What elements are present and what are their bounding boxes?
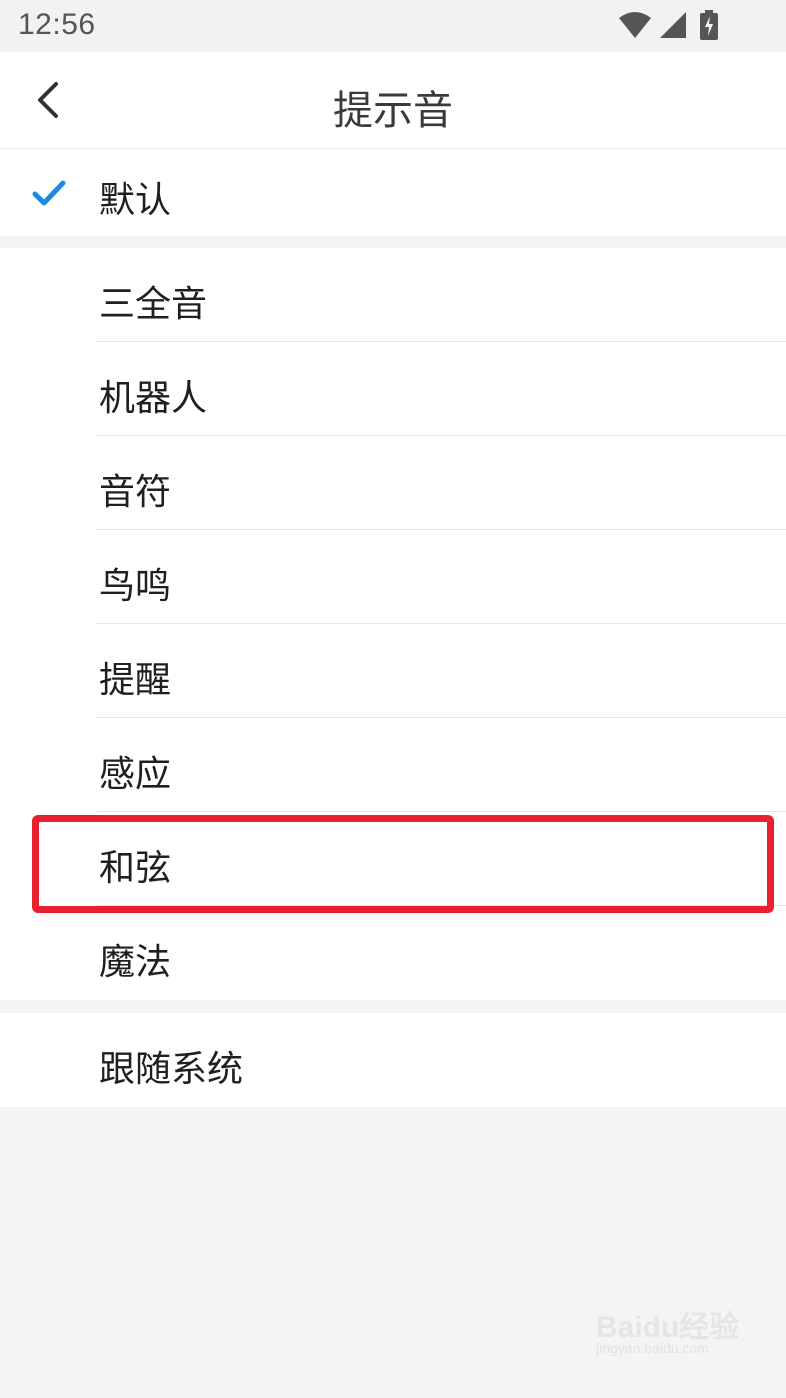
checkmark-icon — [32, 180, 66, 206]
wifi-icon — [619, 12, 651, 38]
option-label: 默认 — [99, 180, 172, 221]
option-label: 机器人 — [99, 378, 208, 419]
default-option-group: 默认 — [0, 149, 786, 236]
app-header: 提示音 — [0, 52, 786, 149]
watermark-url: jingyan.baidu.com — [596, 1340, 709, 1356]
option-tone[interactable]: 魔法 — [0, 906, 786, 1000]
status-time: 12:56 — [18, 8, 96, 41]
battery-charging-icon — [700, 10, 718, 40]
baidu-watermark: Baidu经验 jingyan.baidu.com — [596, 1302, 746, 1362]
option-tone[interactable]: 感应 — [0, 718, 786, 812]
option-label: 鸟鸣 — [99, 566, 172, 607]
page-title: 提示音 — [333, 88, 453, 134]
status-icons — [618, 10, 728, 40]
option-label: 三全音 — [99, 284, 208, 325]
option-tone[interactable]: 鸟鸣 — [0, 530, 786, 624]
cellular-signal-icon — [660, 12, 686, 38]
option-label: 音符 — [99, 472, 172, 513]
option-label: 和弦 — [99, 848, 172, 889]
status-bar: 12:56 — [0, 0, 786, 52]
option-label: 魔法 — [99, 942, 172, 983]
option-tone[interactable]: 机器人 — [0, 342, 786, 436]
option-follow-system[interactable]: 跟随系统 — [0, 1013, 786, 1107]
option-tone[interactable]: 音符 — [0, 436, 786, 530]
option-label: 感应 — [99, 754, 172, 795]
option-tone[interactable]: 和弦 — [0, 812, 786, 906]
option-label: 跟随系统 — [99, 1049, 244, 1090]
system-option-group: 跟随系统 — [0, 1013, 786, 1107]
option-tone[interactable]: 提醒 — [0, 624, 786, 718]
tone-list: 三全音 机器人 音符 鸟鸣 提醒 感应 和弦 魔法 — [0, 248, 786, 1000]
option-label: 提醒 — [99, 660, 172, 701]
option-default[interactable]: 默认 — [0, 149, 786, 236]
option-tone[interactable]: 三全音 — [0, 248, 786, 342]
